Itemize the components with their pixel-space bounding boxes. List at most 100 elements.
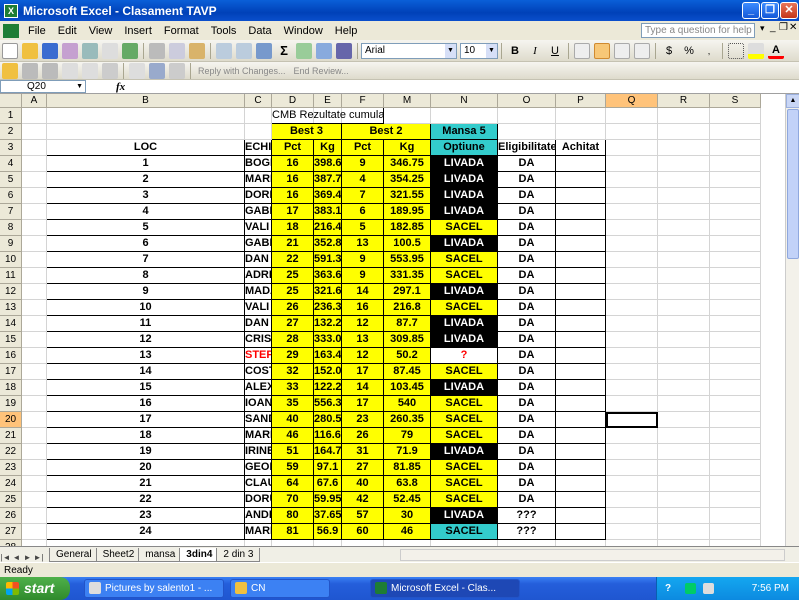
cut-icon[interactable] <box>149 42 165 59</box>
empty-cell[interactable] <box>22 188 47 204</box>
empty-cell[interactable] <box>658 524 710 540</box>
pct-best3-cell[interactable]: 70 <box>272 492 314 508</box>
task-pictures[interactable]: Pictures by salento1 - ... <box>84 579 224 598</box>
empty-cell[interactable] <box>710 492 761 508</box>
empty-cell[interactable] <box>710 220 761 236</box>
empty-cell[interactable] <box>498 108 556 124</box>
pct-best3-cell[interactable]: 29 <box>272 348 314 364</box>
kg-best3-cell[interactable]: 97.1 <box>314 460 342 476</box>
empty-cell[interactable] <box>606 188 658 204</box>
show-comment-icon[interactable] <box>62 62 78 79</box>
team-cell[interactable]: DORIN FARCAS -CRISTIAN BOLBOACA <box>245 188 272 204</box>
achitat-cell[interactable] <box>556 460 606 476</box>
empty-cell[interactable] <box>606 492 658 508</box>
doc-minimize-icon[interactable]: _ <box>770 22 776 33</box>
empty-cell[interactable] <box>384 108 431 124</box>
empty-cell[interactable] <box>245 108 272 124</box>
achitat-cell[interactable] <box>556 332 606 348</box>
empty-cell[interactable] <box>22 204 47 220</box>
team-cell[interactable]: VALI MARTOIU -CIPRIAN DOCHIA <box>245 220 272 236</box>
optiune-cell[interactable]: LIVADA <box>431 204 498 220</box>
loc-cell[interactable]: 18 <box>47 428 245 444</box>
achitat-cell[interactable] <box>556 284 606 300</box>
optiune-cell[interactable]: SACEL <box>431 428 498 444</box>
empty-cell[interactable] <box>606 428 658 444</box>
empty-cell[interactable] <box>710 124 761 140</box>
pct-best3-cell[interactable]: 25 <box>272 284 314 300</box>
first-sheet-icon[interactable]: |◄ <box>0 553 11 562</box>
kg-best3-cell[interactable]: 59.95 <box>314 492 342 508</box>
empty-cell[interactable] <box>606 348 658 364</box>
empty-cell[interactable] <box>710 460 761 476</box>
optiune-cell[interactable]: LIVADA <box>431 508 498 524</box>
pct-best3-cell[interactable]: 17 <box>272 204 314 220</box>
row-header[interactable]: 8 <box>0 220 22 236</box>
menu-tools[interactable]: Tools <box>205 25 243 37</box>
column-header-a[interactable]: A <box>22 94 47 108</box>
loc-cell[interactable]: 10 <box>47 300 245 316</box>
row-header[interactable]: 1 <box>0 108 22 124</box>
pct-best3-cell[interactable]: 21 <box>272 236 314 252</box>
font-name-select[interactable]: Arial ▼ <box>361 42 457 59</box>
row-header[interactable]: 18 <box>0 380 22 396</box>
team-cell[interactable]: ALEX JUREBIE- RAZVAN ULMEANU <box>245 380 272 396</box>
save-icon[interactable] <box>42 42 58 59</box>
empty-cell[interactable] <box>556 124 606 140</box>
pct-best3-cell[interactable]: 25 <box>272 268 314 284</box>
sheet-tab-mansa[interactable]: mansa <box>138 548 183 562</box>
eligibility-cell[interactable]: DA <box>498 220 556 236</box>
eligibility-cell[interactable]: DA <box>498 492 556 508</box>
team-cell[interactable]: MARIUS BARBU -MARIUS DIN <box>245 172 272 188</box>
fill-color-icon[interactable] <box>748 42 764 59</box>
optiune-cell[interactable]: SACEL <box>431 268 498 284</box>
empty-cell[interactable] <box>22 284 47 300</box>
pct-best2-cell[interactable]: 14 <box>342 284 384 300</box>
empty-cell[interactable] <box>710 316 761 332</box>
team-cell[interactable]: BOGDAN DRAGAN -MIHAI PRIPON <box>245 156 272 172</box>
achitat-cell[interactable] <box>556 316 606 332</box>
pct-best2-cell[interactable]: 12 <box>342 316 384 332</box>
empty-cell[interactable] <box>658 220 710 236</box>
pct-best2-cell[interactable]: 40 <box>342 476 384 492</box>
empty-cell[interactable] <box>22 396 47 412</box>
empty-cell[interactable] <box>606 380 658 396</box>
kg-best2-cell[interactable]: 100.5 <box>384 236 431 252</box>
align-left-icon[interactable] <box>574 42 590 59</box>
pct-best3-cell[interactable]: 22 <box>272 252 314 268</box>
empty-cell[interactable] <box>658 236 710 252</box>
empty-cell[interactable] <box>710 444 761 460</box>
kg-best2-cell[interactable]: 81.85 <box>384 460 431 476</box>
row-header[interactable]: 23 <box>0 460 22 476</box>
print-preview-icon[interactable] <box>102 42 118 59</box>
selected-cell[interactable] <box>606 412 658 428</box>
team-cell[interactable]: CLAUDIU COSMA- IOAN ADRIAN <box>245 476 272 492</box>
kg-best2-cell[interactable]: 260.35 <box>384 412 431 428</box>
empty-cell[interactable] <box>22 508 47 524</box>
empty-cell[interactable] <box>658 300 710 316</box>
kg-best2-cell[interactable]: 331.35 <box>384 268 431 284</box>
scroll-up-icon[interactable]: ▲ <box>786 94 799 108</box>
row-header[interactable]: 17 <box>0 364 22 380</box>
kg-best2-cell[interactable]: 189.95 <box>384 204 431 220</box>
column-header-c[interactable]: C <box>245 94 272 108</box>
pct-best3-cell[interactable]: 40 <box>272 412 314 428</box>
empty-cell[interactable] <box>606 268 658 284</box>
optiune-cell[interactable]: LIVADA <box>431 236 498 252</box>
open-icon[interactable] <box>22 42 38 59</box>
header-pct-best2[interactable]: Pct <box>342 140 384 156</box>
kg-best2-cell[interactable]: 63.8 <box>384 476 431 492</box>
loc-cell[interactable]: 8 <box>47 268 245 284</box>
merge-center-icon[interactable] <box>634 42 650 59</box>
empty-cell[interactable] <box>606 524 658 540</box>
empty-cell[interactable] <box>710 300 761 316</box>
empty-cell[interactable] <box>22 140 47 156</box>
row-header[interactable]: 7 <box>0 204 22 220</box>
kg-best3-cell[interactable]: 236.3 <box>314 300 342 316</box>
column-header-n[interactable]: N <box>431 94 498 108</box>
pct-best3-cell[interactable]: 51 <box>272 444 314 460</box>
pct-best2-cell[interactable]: 26 <box>342 428 384 444</box>
kg-best2-cell[interactable]: 182.85 <box>384 220 431 236</box>
team-cell[interactable]: IOAN NITU– MARIUS CIRA <box>245 396 272 412</box>
empty-cell[interactable] <box>710 204 761 220</box>
empty-cell[interactable] <box>606 508 658 524</box>
